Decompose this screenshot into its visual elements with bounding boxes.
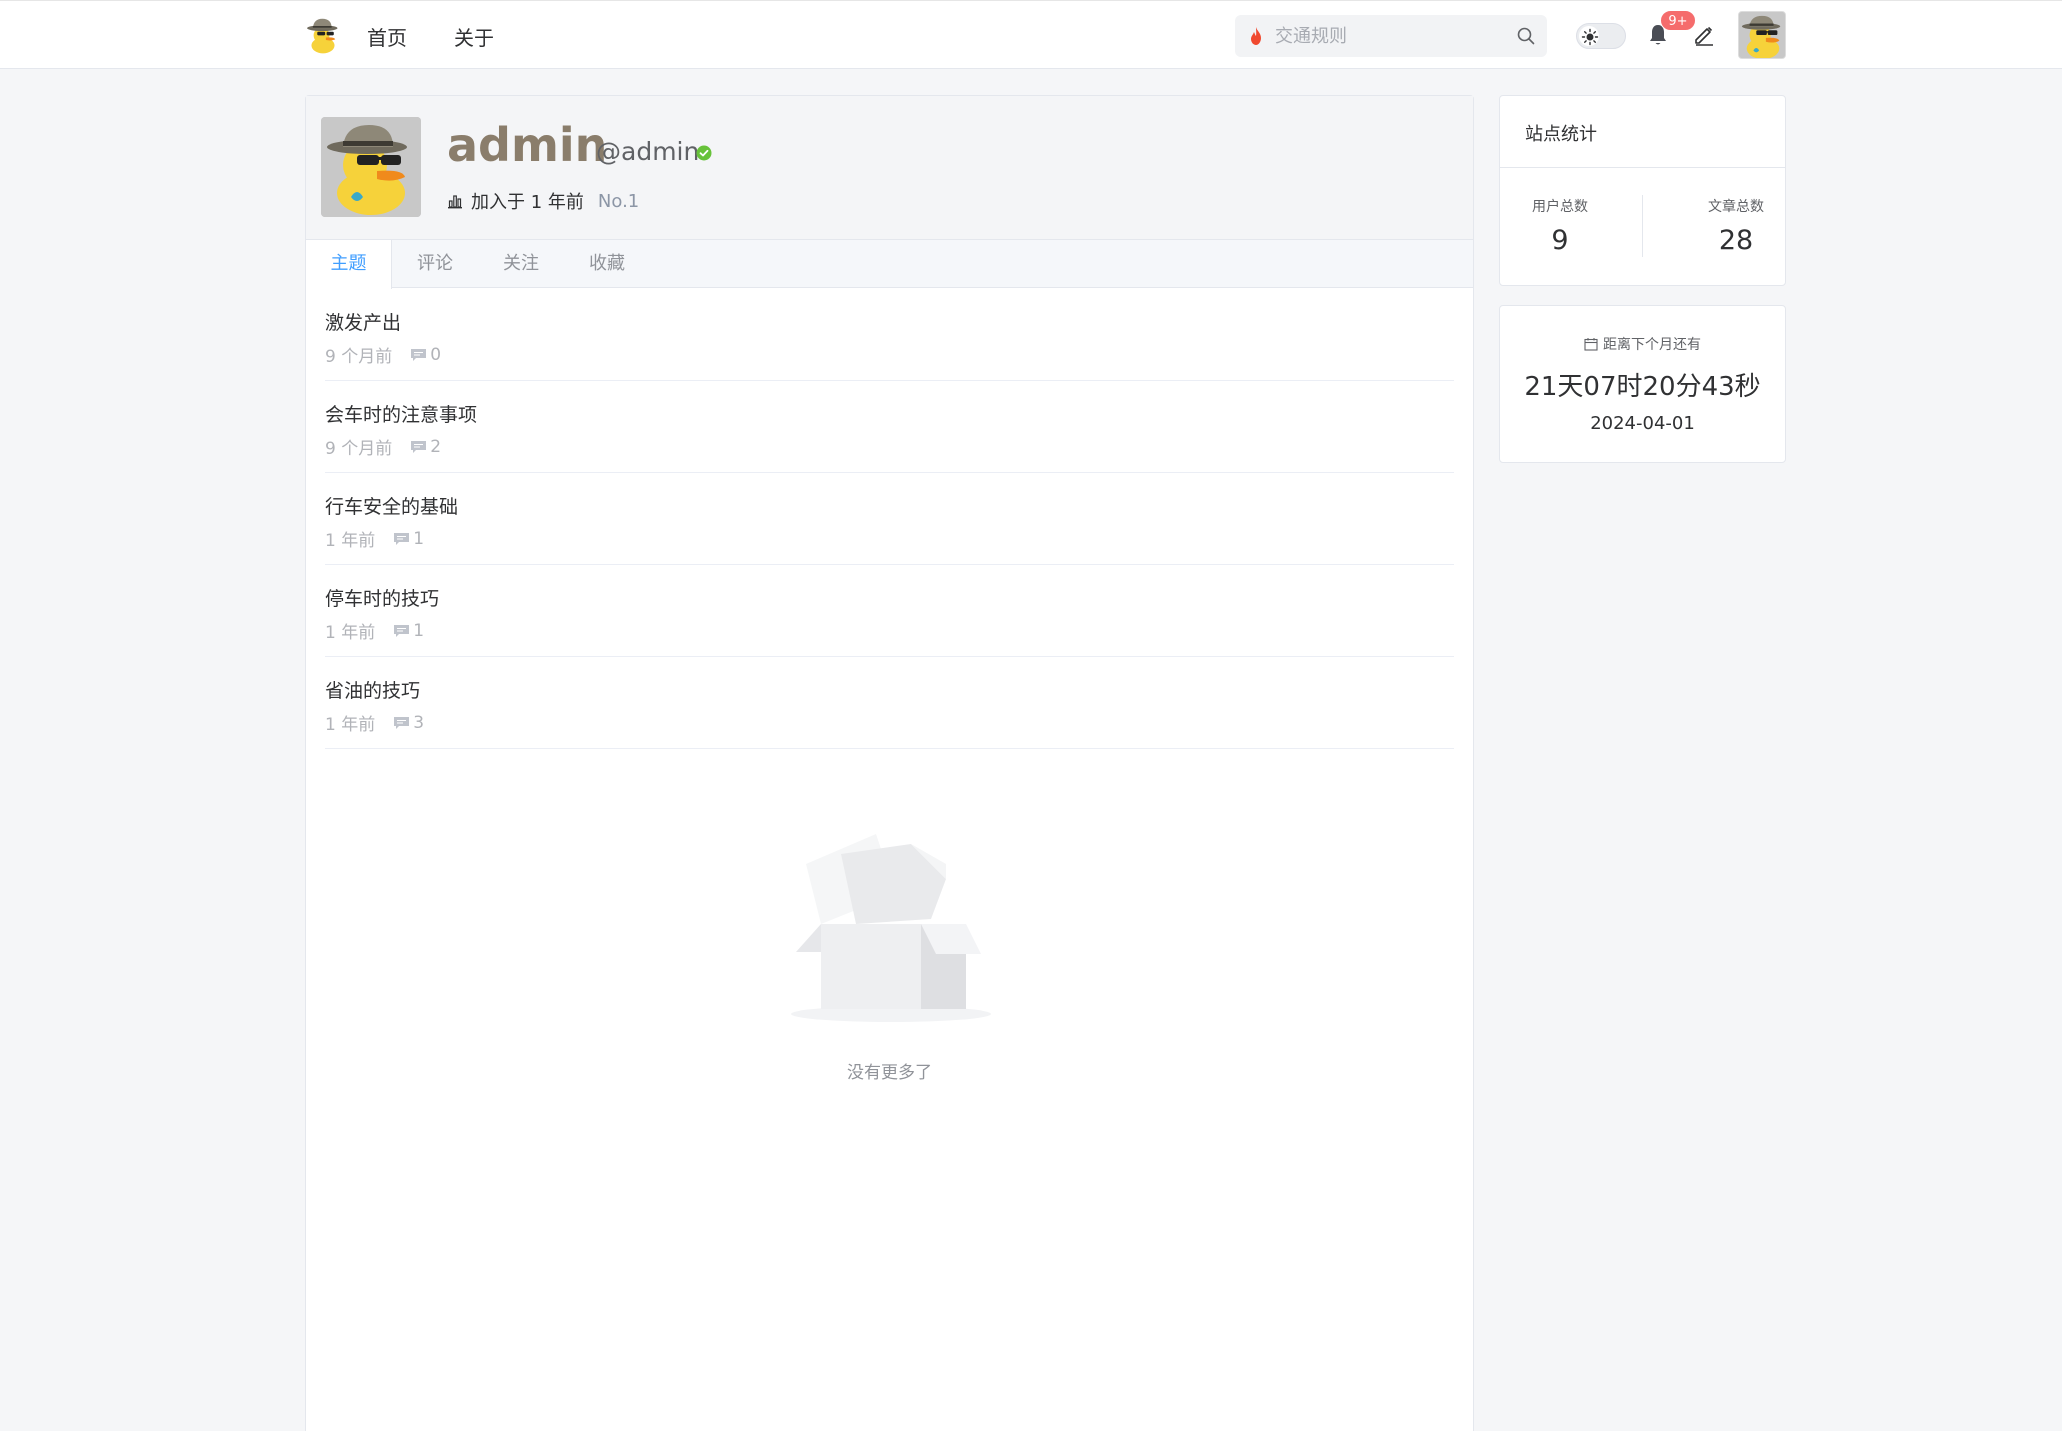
user-avatar[interactable] bbox=[1738, 11, 1786, 59]
theme-toggle[interactable] bbox=[1576, 23, 1626, 49]
comment-icon bbox=[394, 624, 410, 637]
comment-icon bbox=[411, 348, 427, 361]
stat-users: 用户总数 9 bbox=[1500, 196, 1620, 256]
topic-comment-count: 0 bbox=[430, 344, 442, 365]
countdown-date: 2024-04-01 bbox=[1590, 413, 1695, 434]
topic-item[interactable]: 行车安全的基础 1 年前 1 bbox=[325, 473, 1454, 565]
pen-icon[interactable] bbox=[1692, 22, 1716, 46]
stat-users-value: 9 bbox=[1551, 225, 1569, 256]
topic-meta: 1 年前 1 bbox=[325, 526, 425, 552]
topic-meta: 1 年前 3 bbox=[325, 710, 425, 736]
topic-meta: 9 个月前 0 bbox=[325, 342, 442, 368]
calendar-icon bbox=[1584, 338, 1598, 351]
countdown-card: 距离下个月还有 21天07时20分43秒 2024-04-01 bbox=[1499, 305, 1786, 463]
join-date: 加入于 1 年前 bbox=[471, 192, 584, 213]
comment-icon bbox=[394, 716, 410, 729]
top-nav: 首页 关于 9+ bbox=[0, 0, 2062, 69]
comment-icon bbox=[394, 532, 410, 545]
topic-title[interactable]: 会车时的注意事项 bbox=[325, 400, 477, 427]
tab-comments[interactable]: 评论 bbox=[404, 240, 466, 288]
bar-chart-icon bbox=[448, 195, 462, 209]
comment-icon bbox=[411, 440, 427, 453]
empty-box-illustration bbox=[791, 834, 991, 1022]
profile-tabs: 主题 评论 关注 收藏 bbox=[306, 240, 1473, 289]
notification-badge: 9+ bbox=[1660, 10, 1696, 31]
stat-posts-label: 文章总数 bbox=[1708, 199, 1764, 215]
duck-logo[interactable] bbox=[305, 15, 341, 55]
stat-posts-value: 28 bbox=[1718, 225, 1754, 256]
topic-time: 1 年前 bbox=[325, 531, 376, 551]
stats-divider bbox=[1642, 195, 1643, 257]
topic-time: 9 个月前 bbox=[325, 347, 393, 367]
search-box[interactable] bbox=[1235, 15, 1547, 57]
stats-title: 站点统计 bbox=[1525, 124, 1597, 145]
profile-handle: @admin bbox=[596, 137, 700, 166]
nav-about-link[interactable]: 关于 bbox=[454, 22, 494, 51]
topic-item[interactable]: 省油的技巧 1 年前 3 bbox=[325, 657, 1454, 749]
profile-name: admin bbox=[447, 118, 608, 172]
topic-title[interactable]: 省油的技巧 bbox=[325, 676, 420, 703]
countdown-label: 距离下个月还有 bbox=[1500, 334, 1785, 354]
topic-title[interactable]: 行车安全的基础 bbox=[325, 492, 458, 519]
sun-icon bbox=[1581, 28, 1599, 46]
countdown-value: 21天07时20分43秒 bbox=[1524, 372, 1761, 402]
site-stats-card: 站点统计 用户总数 9 文章总数 28 bbox=[1499, 95, 1786, 286]
topic-comment-count: 1 bbox=[413, 528, 425, 549]
tab-topics[interactable]: 主题 bbox=[306, 240, 392, 289]
topic-item[interactable]: 会车时的注意事项 9 个月前 2 bbox=[325, 381, 1454, 473]
topic-time: 1 年前 bbox=[325, 715, 376, 735]
join-info: 加入于 1 年前 No.1 bbox=[447, 188, 639, 214]
topic-item[interactable]: 停车时的技巧 1 年前 1 bbox=[325, 565, 1454, 657]
stats-divider bbox=[1500, 167, 1785, 168]
profile-avatar bbox=[321, 117, 421, 217]
stat-users-label: 用户总数 bbox=[1532, 199, 1588, 215]
stat-posts: 文章总数 28 bbox=[1676, 196, 1796, 256]
topic-time: 9 个月前 bbox=[325, 439, 393, 459]
tab-favorites[interactable]: 收藏 bbox=[576, 240, 638, 288]
empty-text: 没有更多了 bbox=[847, 1063, 932, 1083]
topic-title[interactable]: 激发产出 bbox=[325, 308, 401, 335]
flame-icon bbox=[1251, 27, 1261, 45]
countdown-label-text: 距离下个月还有 bbox=[1603, 337, 1701, 353]
topic-item[interactable]: 激发产出 9 个月前 0 bbox=[325, 289, 1454, 381]
tab-follows[interactable]: 关注 bbox=[490, 240, 552, 288]
verified-icon bbox=[696, 145, 712, 161]
topic-comment-count: 3 bbox=[413, 712, 425, 733]
topic-comment-count: 1 bbox=[413, 620, 425, 641]
topic-meta: 1 年前 1 bbox=[325, 618, 425, 644]
topic-time: 1 年前 bbox=[325, 623, 376, 643]
topic-meta: 9 个月前 2 bbox=[325, 434, 442, 460]
topic-title[interactable]: 停车时的技巧 bbox=[325, 584, 439, 611]
search-input[interactable] bbox=[1275, 21, 1500, 51]
main-card: admin @admin 加入于 1 年前 No.1 主题 评论 关注 收藏 激… bbox=[305, 95, 1474, 1431]
topic-comment-count: 2 bbox=[430, 436, 442, 457]
user-rank: No.1 bbox=[597, 190, 640, 212]
profile-header: admin @admin 加入于 1 年前 No.1 bbox=[306, 96, 1473, 240]
nav-home-link[interactable]: 首页 bbox=[367, 22, 407, 51]
search-icon[interactable] bbox=[1516, 26, 1536, 46]
